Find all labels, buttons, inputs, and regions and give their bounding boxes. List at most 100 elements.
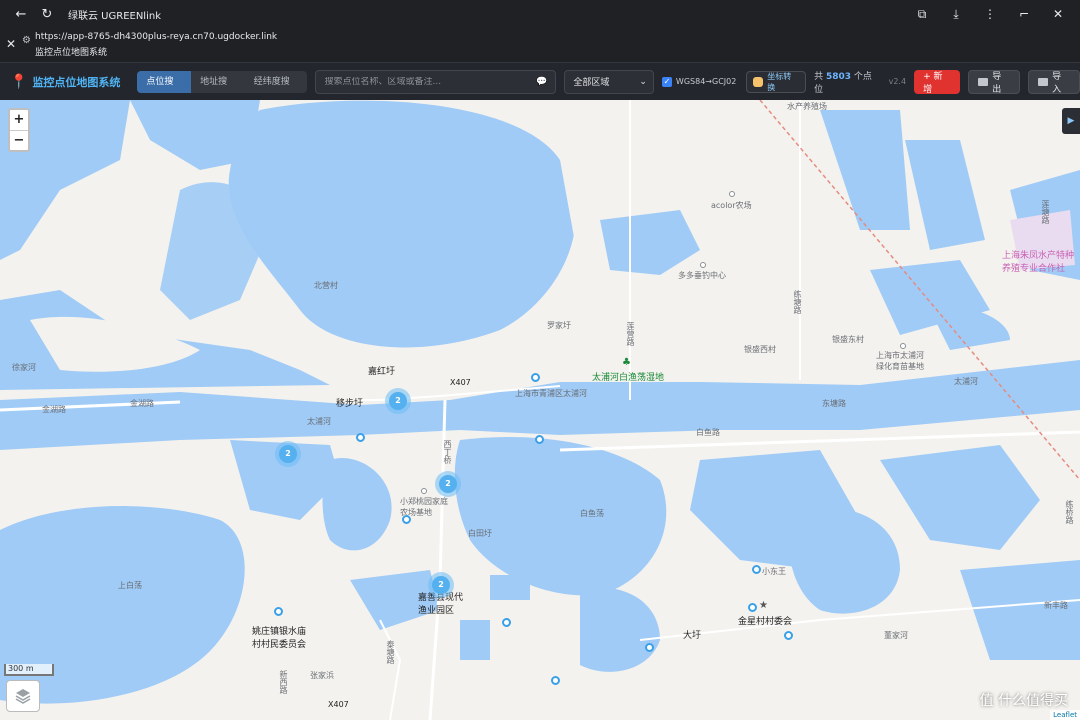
monitor-point-marker[interactable]	[356, 433, 365, 442]
label-aquafarm: 水产养殖场	[787, 102, 827, 111]
label-greenfarm: 绿化育苗基地	[876, 362, 924, 371]
wgs-label: WGS84→GCJ02	[675, 77, 737, 86]
reload-icon[interactable]: ↻	[34, 0, 60, 28]
wgs-convert-checkbox[interactable]: ✓ WGS84→GCJ02	[661, 76, 737, 87]
label-beiying: 北营村	[314, 281, 338, 290]
label-xidingqiao: 西丁桥	[443, 440, 452, 464]
close-window-icon[interactable]: ✕	[1046, 7, 1070, 21]
marker-cluster[interactable]: 2	[385, 388, 411, 414]
tab-latlng-search[interactable]: 经纬度搜索	[245, 71, 308, 93]
import-icon	[1038, 77, 1049, 86]
monitor-point-marker[interactable]	[531, 373, 540, 382]
monitor-point-marker[interactable]	[402, 515, 411, 524]
export-button[interactable]: 导出	[968, 69, 1021, 95]
checkbox-checked-icon[interactable]: ✓	[661, 76, 672, 87]
label-lutanglu: 莲塘路	[1041, 200, 1050, 224]
label-dongjiahe: 董家河	[884, 631, 908, 640]
layers-button[interactable]	[6, 680, 40, 712]
monitor-point-marker[interactable]	[551, 676, 560, 685]
tab-address-search[interactable]: 地址搜索	[191, 71, 245, 93]
label-jinsheng: 银盛西村	[744, 345, 776, 354]
zoom-in-button[interactable]: +	[10, 110, 28, 130]
new-button[interactable]: + 新增	[914, 69, 961, 95]
app-title: 绿联云 UGREENlink	[68, 10, 161, 22]
convert-button[interactable]: 坐标转换	[746, 70, 807, 93]
label-baiyulu: 白鱼路	[696, 428, 720, 437]
back-icon[interactable]: ←	[8, 0, 34, 28]
url-text[interactable]: https://app-8765-dh4300plus-reya.cn70.ug…	[35, 32, 277, 42]
map-canvas[interactable]: 水产养殖场 acolor农场 多多垂钓中心 北营村 罗家圩 莲营路 练塘路 银盛…	[0, 100, 1080, 720]
poi-marker[interactable]	[700, 262, 706, 268]
extensions-icon[interactable]: ⧉	[910, 7, 934, 22]
watermark: 值 什么值得买	[979, 693, 1068, 709]
scale-bar: 300 m	[4, 664, 54, 676]
zoom-out-button[interactable]: −	[10, 130, 28, 150]
count-value: 5803	[825, 71, 852, 82]
label-yibuyu: 移步圩	[336, 399, 364, 409]
label-dayu: 大圩	[683, 631, 702, 641]
cluster-count: 2	[432, 576, 450, 594]
convert-label: 坐标转换	[767, 71, 792, 92]
layers-icon	[15, 689, 31, 704]
monitor-point-marker[interactable]	[752, 565, 761, 574]
play-icon: ▶	[1067, 116, 1075, 126]
cluster-count: 2	[279, 445, 297, 463]
label-acolor: acolor农场	[711, 201, 752, 210]
marker-cluster[interactable]: 2	[428, 572, 454, 598]
label-yaozhuang: 姚庄镇银水庙村村民委员会	[252, 627, 307, 650]
label-jiahongyu: 嘉红圩	[368, 367, 396, 377]
map-pin-icon: 📍	[10, 73, 28, 90]
label-jinhu: 金湖路	[130, 399, 154, 408]
label-taipu-wetland: 太浦河白渔荡湿地	[592, 373, 665, 383]
url-bar: ✕ ⚙ https://app-8765-dh4300plus-reya.cn7…	[0, 28, 1080, 62]
label-xianglinlu: 新丰路	[1044, 601, 1068, 610]
label-shangbaidang: 上白荡	[118, 581, 142, 590]
poi-marker[interactable]	[729, 191, 735, 197]
app-toolbar: 📍 监控点位地图系统 点位搜索 地址搜索 经纬度搜索 💬 全部区域 ⌄ ✓ WG…	[0, 62, 1080, 100]
label-zhangjiaban: 张家浜	[310, 671, 334, 680]
marker-cluster[interactable]: 2	[435, 471, 461, 497]
label-jinhulu: 金湖路	[42, 405, 66, 414]
tab-point-search[interactable]: 点位搜索	[137, 70, 192, 93]
cluster-count: 2	[439, 475, 457, 493]
monitor-point-marker[interactable]	[502, 618, 511, 627]
site-settings-icon[interactable]: ⚙	[22, 35, 31, 46]
chat-icon[interactable]: 💬	[536, 77, 547, 87]
monitor-point-marker[interactable]	[784, 631, 793, 640]
marker-cluster[interactable]: 2	[275, 441, 301, 467]
download-icon[interactable]: ⤓	[944, 7, 968, 22]
minimize-icon[interactable]: ⌐	[1012, 7, 1036, 21]
sidebar-toggle[interactable]: ▶	[1062, 108, 1080, 134]
export-icon	[978, 77, 989, 86]
menu-icon[interactable]: ⋮	[978, 7, 1002, 21]
label-lianyinglu: 莲营路	[626, 322, 635, 346]
monitor-point-marker[interactable]	[748, 603, 757, 612]
label-baiyudang: 白鱼荡	[580, 509, 604, 518]
label-taipuhe2: 太浦河	[954, 377, 978, 386]
star-icon: ★	[759, 600, 768, 611]
search-box: 💬	[315, 69, 557, 94]
label-luojiaqiao: 罗家圩	[547, 321, 571, 330]
label-shanghai-fish: 上海朱凤水产特种养殖专业合作社	[1002, 251, 1075, 274]
import-button[interactable]: 导入	[1028, 69, 1080, 95]
chevron-down-icon: ⌄	[639, 76, 647, 87]
label-duoduo: 多多垂钓中心	[678, 271, 726, 280]
label-shanghai-taipu2: 上海市太浦河	[876, 351, 924, 360]
poi-marker[interactable]	[421, 488, 427, 494]
monitor-point-marker[interactable]	[535, 435, 544, 444]
map-base-layer	[0, 100, 1080, 720]
label-qiaoganglu: 练塘路	[793, 290, 802, 314]
monitor-point-marker[interactable]	[274, 607, 283, 616]
label-xijiahe: 徐家河	[12, 363, 36, 372]
label-x407: X407	[450, 378, 471, 387]
close-icon[interactable]: ✕	[6, 37, 16, 51]
count-prefix: 共	[814, 71, 824, 82]
leaflet-attribution[interactable]: Leaflet	[1050, 710, 1080, 720]
search-input[interactable]	[324, 76, 537, 87]
region-select[interactable]: 全部区域 ⌄	[564, 69, 654, 94]
region-value: 全部区域	[573, 78, 610, 88]
tree-icon: ♣	[622, 357, 631, 368]
monitor-point-marker[interactable]	[645, 643, 654, 652]
convert-icon	[753, 76, 764, 87]
poi-marker[interactable]	[900, 343, 906, 349]
